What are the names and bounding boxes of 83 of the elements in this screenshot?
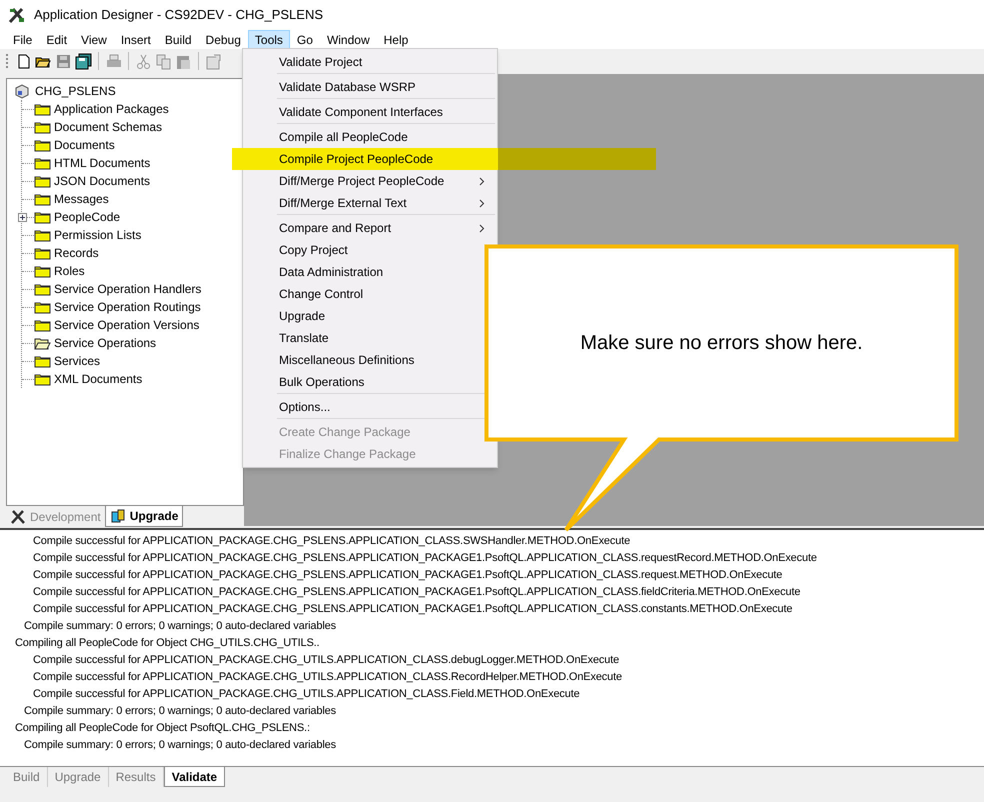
folder-icon <box>34 102 51 116</box>
tree-item[interactable]: Records <box>54 244 99 262</box>
output-line: Compile summary: 0 errors; 0 warnings; 0 auto-declared variables <box>24 704 336 720</box>
output-tab[interactable]: Validate <box>164 767 226 787</box>
copy-icon[interactable] <box>155 52 172 70</box>
menu-item[interactable]: File <box>6 30 40 49</box>
tree-item[interactable]: Service Operation Handlers <box>54 280 202 298</box>
output-line: Compile summary: 0 errors; 0 warnings; 0 auto-declared variables <box>24 738 336 754</box>
output-line: Compile successful for APPLICATION_PACKAGE.CHG_UTILS.APPLICATION_CLASS.debugLogger.METHOD.OnExecute <box>33 653 620 668</box>
menu-option[interactable]: Validate Project <box>243 51 497 73</box>
tree-item[interactable]: Service Operation Routings <box>54 298 201 316</box>
folder-icon <box>34 156 51 170</box>
output-line: Compile successful for APPLICATION_PACKAGE.CHG_PSLENS.APPLICATION_PACKAGE1.PsoftQL.APPLICATION_CLASS.fieldCriteria.METHOD.OnExecute <box>33 585 800 600</box>
output-line: Compile successful for APPLICATION_PACKAGE.CHG_PSLENS.APPLICATION_CLASS.SWSHandler.METHOD.OnExecute <box>33 534 630 550</box>
callout-text: Make sure no errors show here. <box>580 331 863 356</box>
menu-item[interactable]: Edit <box>39 30 74 49</box>
tree-item[interactable]: Application Packages <box>54 100 169 118</box>
expand-icon[interactable] <box>18 213 27 222</box>
tree-item[interactable]: Service Operation Versions <box>54 316 200 334</box>
folder-icon <box>34 246 51 260</box>
tree-item[interactable]: Documents <box>54 136 115 154</box>
folder-icon <box>34 228 51 242</box>
menu-option[interactable]: Compile all PeopleCode <box>243 126 495 148</box>
output-line: Compile successful for APPLICATION_PACKAGE.CHG_PSLENS.APPLICATION_PACKAGE1.PsoftQL.APPLICATION_CLASS.requestRecord.METHOD.OnExecute <box>33 551 817 566</box>
menu-option[interactable]: Validate Database WSRP <box>243 76 495 98</box>
properties-icon[interactable] <box>205 52 222 70</box>
panel-tab[interactable]: Upgrade <box>104 506 184 527</box>
menu-item[interactable]: Build <box>158 30 199 49</box>
folder-icon <box>34 300 51 314</box>
menu-item[interactable]: Help <box>376 30 416 49</box>
output-line: Compile successful for APPLICATION_PACKAGE.CHG_PSLENS.APPLICATION_PACKAGE1.PsoftQL.APPLICATION_CLASS.constants.METHOD.OnExecute <box>33 602 792 618</box>
menu-item[interactable]: Tools <box>248 30 290 49</box>
printer-icon[interactable] <box>105 52 122 70</box>
tools-icon <box>10 508 26 524</box>
folder-icon <box>34 354 51 368</box>
open-folder-icon <box>34 336 51 350</box>
package-icon <box>110 508 126 524</box>
tree-item[interactable]: HTML Documents <box>54 154 150 172</box>
chevron-right-icon <box>479 224 485 232</box>
output-line: Compiling all PeopleCode for Object PsoftQL.CHG_PSLENS.: <box>15 721 310 736</box>
menu-item[interactable]: Debug <box>198 30 248 49</box>
folder-icon <box>34 192 51 206</box>
tree-item[interactable]: PeopleCode <box>54 208 120 226</box>
tree-item[interactable]: Permission Lists <box>54 226 142 244</box>
tree-item[interactable]: Document Schemas <box>54 118 162 136</box>
floppy-disks-icon[interactable] <box>75 52 92 70</box>
menu-item[interactable]: Insert <box>114 30 158 49</box>
folder-icon <box>34 282 51 296</box>
output-line: Compile successful for APPLICATION_PACKAGE.CHG_UTILS.APPLICATION_CLASS.RecordHelper.METHOD.OnExecute <box>33 670 622 686</box>
menu-option[interactable]: Compare and Report <box>243 217 495 239</box>
folder-icon <box>34 318 51 332</box>
tree-item[interactable]: JSON Documents <box>54 172 150 190</box>
menu-item[interactable]: Go <box>290 30 320 49</box>
scissors-icon[interactable] <box>135 52 152 70</box>
output-line: Compile summary: 0 errors; 0 warnings; 0 auto-declared variables <box>24 619 336 634</box>
folder-icon <box>34 138 51 152</box>
folder-icon <box>34 264 51 278</box>
tree-item[interactable]: Messages <box>54 190 109 208</box>
tree-item[interactable]: Service Operations <box>54 334 156 352</box>
chevron-right-icon <box>479 176 485 186</box>
folder-icon <box>34 210 51 224</box>
app-logo-icon <box>8 6 26 24</box>
output-line: Compiling all PeopleCode for Object CHG_UTILS.CHG_UTILS.. <box>15 636 320 652</box>
chevron-right-icon <box>479 198 485 208</box>
folder-icon <box>34 120 51 134</box>
output-line: Compile successful for APPLICATION_PACKAGE.CHG_UTILS.APPLICATION_CLASS.Field.METHOD.OnExecute <box>33 687 580 702</box>
folder-icon <box>34 174 51 188</box>
menu-option[interactable]: Compile Project PeopleCode <box>232 148 656 170</box>
project-icon <box>14 83 30 99</box>
menu-option[interactable]: Diff/Merge Project PeopleCode <box>243 170 495 192</box>
output-line: Compile successful for APPLICATION_PACKAGE.CHG_PSLENS.APPLICATION_PACKAGE1.PsoftQL.APPLICATION_CLASS.request.METHOD.OnExecute <box>33 568 782 584</box>
tree-item[interactable]: XML Documents <box>54 370 142 388</box>
menu-option[interactable]: Diff/Merge External Text <box>243 192 495 214</box>
menu-item[interactable]: Window <box>320 30 377 49</box>
tree-item[interactable]: Services <box>54 352 100 370</box>
folder-icon <box>34 372 51 386</box>
output-tab[interactable]: Upgrade <box>48 767 109 787</box>
tree-item[interactable]: Roles <box>54 262 85 280</box>
menu-option[interactable]: Validate Component Interfaces <box>243 101 495 123</box>
tree-root-label[interactable]: CHG_PSLENS <box>35 82 116 100</box>
menu-item[interactable]: View <box>74 30 114 49</box>
window-title: Application Designer - CS92DEV - CHG_PSLENS <box>34 6 324 24</box>
output-tab[interactable]: Build <box>6 767 48 787</box>
